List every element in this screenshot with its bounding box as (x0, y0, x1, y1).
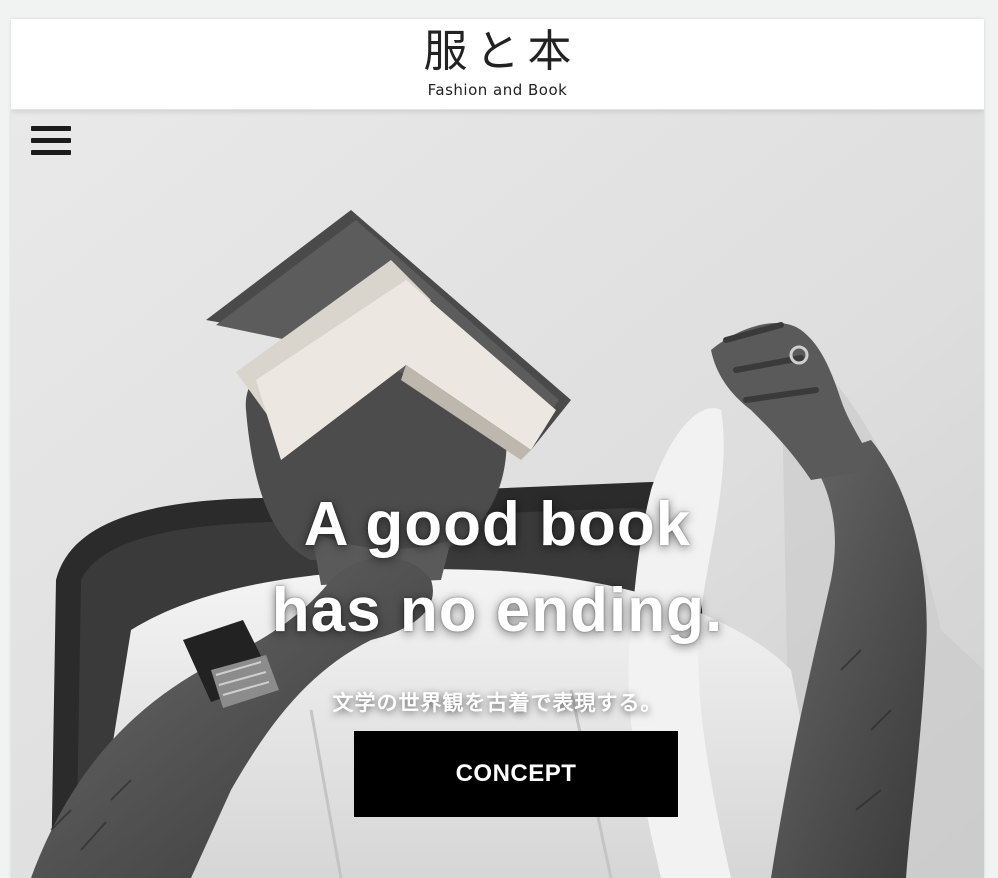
page-frame: 服と本 Fashion and Book A good book has no … (11, 19, 984, 878)
logo-english: Fashion and Book (427, 81, 568, 99)
hero-tagline: 文学の世界観を古着で表現する。 (332, 691, 663, 715)
hero-section: A good book has no ending. 文学の世界観を古着で表現す… (11, 110, 984, 878)
site-logo[interactable]: 服と本 Fashion and Book (11, 25, 984, 99)
site-header: 服と本 Fashion and Book (11, 19, 984, 110)
logo-japanese: 服と本 (423, 26, 580, 77)
concept-button[interactable]: CONCEPT (354, 731, 678, 817)
hero-headline: A good book has no ending. (11, 482, 984, 654)
hamburger-menu-icon[interactable] (31, 124, 71, 158)
headline-line-1: A good book (303, 490, 692, 559)
headline-line-2: has no ending. (271, 576, 724, 645)
